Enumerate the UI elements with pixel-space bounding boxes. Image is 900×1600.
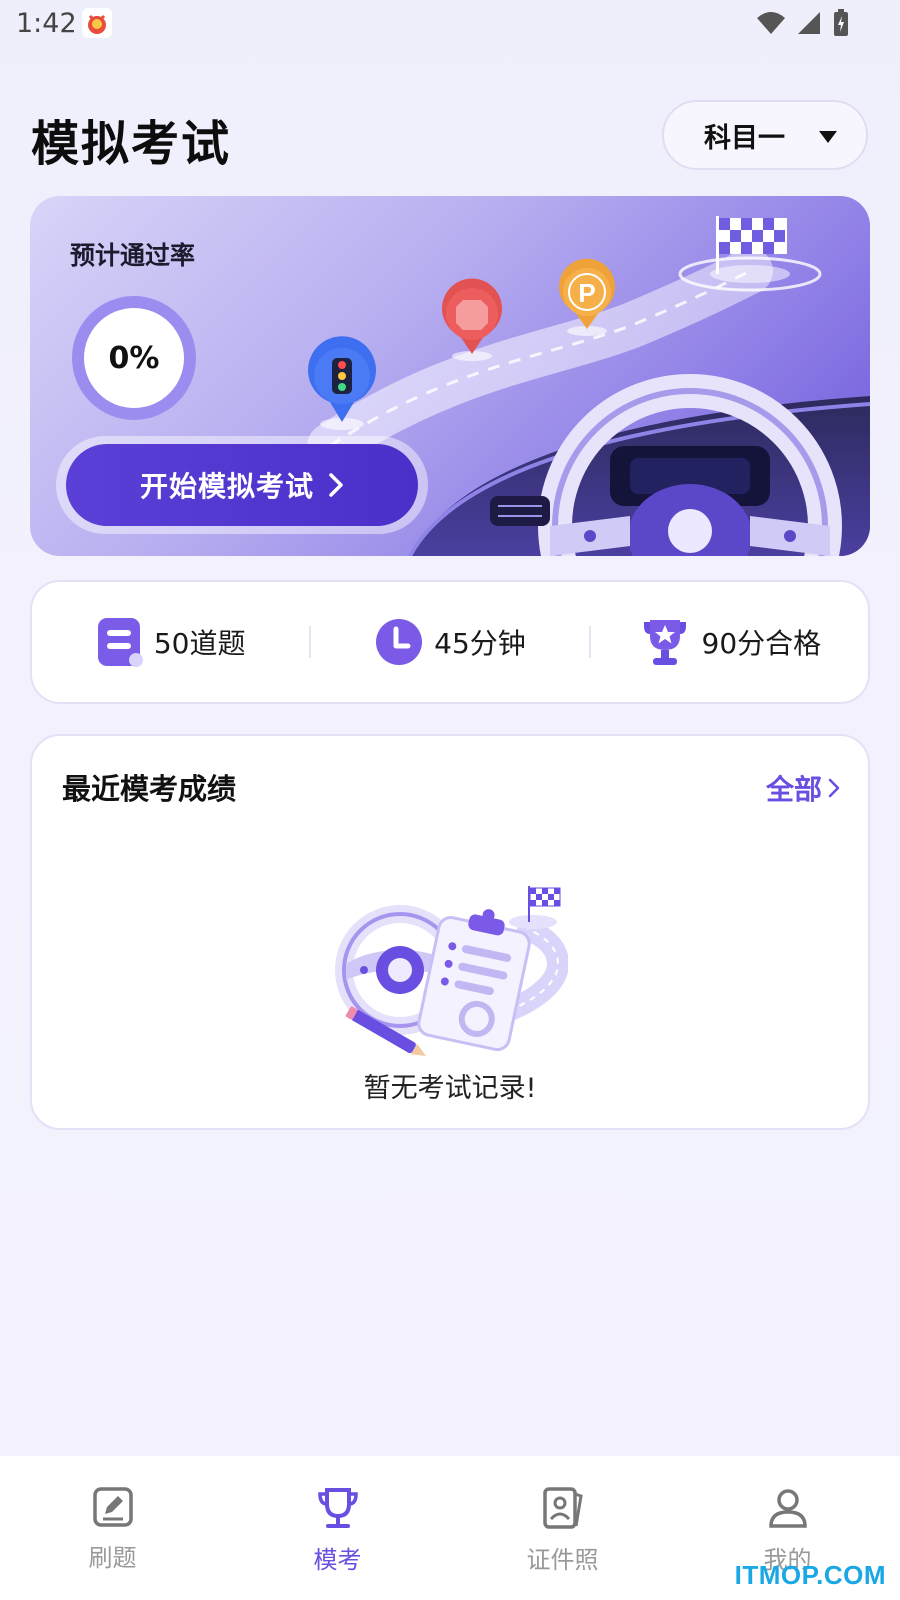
user-icon xyxy=(768,1489,807,1528)
app-notification-icon xyxy=(82,8,112,38)
chevron-right-icon xyxy=(828,778,840,798)
recent-records-card: 最近模考成绩 全部 暂无考试记录! xyxy=(30,734,870,1130)
start-button-label: 开始模拟考试 xyxy=(139,470,314,503)
question-list-icon xyxy=(97,618,143,667)
view-all-label: 全部 xyxy=(765,773,822,806)
nav-item-practice[interactable]: 刷题 xyxy=(0,1456,225,1600)
signal-icon xyxy=(798,12,820,34)
pass-rate-ring: 0% xyxy=(72,296,196,420)
wifi-icon xyxy=(757,12,785,34)
pass-rate-label: 预计通过率 xyxy=(70,241,196,270)
caret-down-icon xyxy=(819,131,837,143)
parking-sign-letter: P xyxy=(578,278,595,308)
exam-info-card: 50道题 45分钟 90分合格 xyxy=(30,580,870,704)
subject-dropdown[interactable]: 科目一 xyxy=(662,100,868,170)
empty-records-illustration xyxy=(335,886,568,1056)
battery-icon xyxy=(834,9,848,36)
status-time: 1:42 xyxy=(16,8,77,39)
status-bar: 1:42 xyxy=(0,0,900,50)
question-count-item: 50道题 xyxy=(32,582,309,702)
trophy-star-icon xyxy=(643,620,686,665)
mock-exam-banner: P 预计通过率 0% 开始模拟考试 xyxy=(30,196,870,556)
edit-note-icon xyxy=(92,1487,133,1527)
page-title: 模拟考试 xyxy=(31,116,232,172)
nav-item-mock-exam[interactable]: 模考 xyxy=(225,1456,450,1600)
pass-score-item: 90分合格 xyxy=(591,582,868,702)
nav-item-id-photo[interactable]: 证件照 xyxy=(450,1456,675,1600)
id-photo-icon xyxy=(542,1487,583,1529)
nav-label: 模考 xyxy=(313,1546,362,1574)
nav-label: 证件照 xyxy=(526,1546,599,1574)
pass-score: 90分合格 xyxy=(701,627,822,660)
recent-records-title: 最近模考成绩 xyxy=(62,772,237,806)
empty-records-text: 暂无考试记录! xyxy=(363,1073,537,1104)
subject-label: 科目一 xyxy=(704,122,785,154)
clock-icon xyxy=(376,619,423,665)
watermark-text: ITMOP.COM xyxy=(734,1560,886,1590)
trophy-icon xyxy=(317,1488,358,1528)
view-all-link[interactable]: 全部 xyxy=(766,768,840,808)
question-count: 50道题 xyxy=(153,627,246,660)
nav-label: 刷题 xyxy=(88,1544,137,1572)
exam-duration: 45分钟 xyxy=(434,627,526,660)
start-mock-exam-button[interactable]: 开始模拟考试 xyxy=(66,444,418,526)
chevron-right-icon xyxy=(329,473,343,497)
duration-item: 45分钟 xyxy=(311,582,588,702)
pass-rate-value: 0% xyxy=(84,308,184,408)
